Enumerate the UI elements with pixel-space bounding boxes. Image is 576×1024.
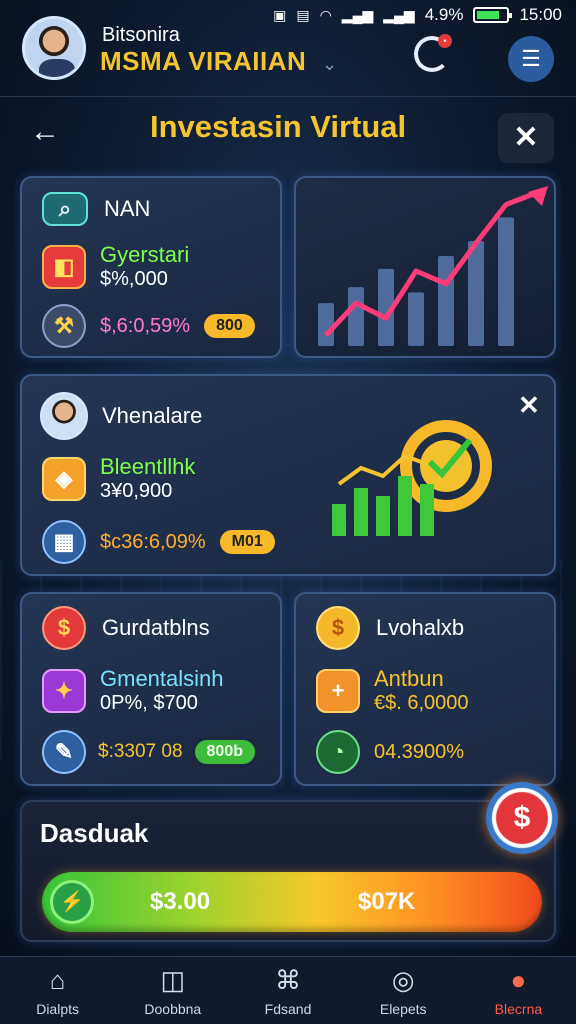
card-badge[interactable]: 800b bbox=[194, 740, 255, 764]
card-badge[interactable]: 800 bbox=[204, 314, 255, 338]
card-percent: $,6:0,59% bbox=[100, 314, 191, 337]
close-icon: ✕ bbox=[513, 121, 539, 154]
chart-bar bbox=[348, 287, 364, 346]
close-icon[interactable]: ✕ bbox=[518, 390, 540, 421]
menu-icon: ☰ bbox=[521, 46, 541, 71]
notification-badge: • bbox=[438, 34, 452, 48]
chart-bar bbox=[420, 484, 434, 536]
growth-chart bbox=[332, 420, 492, 536]
nav-label: Blecrna bbox=[494, 1000, 543, 1017]
gear-coin-icon: $ bbox=[316, 606, 360, 650]
nav-item-chart[interactable]: ◫ Doobbna bbox=[115, 957, 230, 1024]
card-percent: $c36:6,09% bbox=[100, 530, 206, 553]
wrench-icon: ✎ bbox=[42, 730, 86, 774]
basket-icon: ▦ bbox=[42, 520, 86, 564]
bolt-icon: ⚡ bbox=[50, 880, 94, 924]
chart-bar bbox=[376, 496, 390, 536]
growth-chart-card bbox=[294, 176, 556, 358]
card-title: Vhenalare bbox=[102, 403, 203, 428]
ticket-icon: ◈ bbox=[42, 456, 86, 501]
dashboard-title: Dasduak bbox=[40, 818, 149, 848]
header-subtitle: Bitsonira bbox=[102, 24, 180, 46]
nav-item-building[interactable]: ⌘ Fdsand bbox=[230, 957, 345, 1024]
chart-bar bbox=[498, 217, 514, 346]
nav-item-profile[interactable]: ● Blecrna bbox=[461, 957, 576, 1024]
arrow-left-icon: ← bbox=[30, 115, 60, 148]
app-header: Bitsonira MSMA VIRAIIAN ⌄ • ☰ bbox=[0, 10, 576, 98]
chevron-down-icon[interactable]: ⌄ bbox=[322, 54, 337, 75]
card-title: Lvohalxb bbox=[376, 615, 465, 640]
avatar bbox=[40, 392, 88, 440]
progress-left-value: $3.00 bbox=[150, 888, 211, 915]
title-bar: ← Investasin Virtual ✕ bbox=[0, 96, 576, 166]
back-button[interactable]: ← bbox=[30, 115, 60, 149]
card-item-value: 0P%, $700 bbox=[100, 692, 198, 714]
investment-card-gurdatbins[interactable]: $ Gurdatblns ✦ Gmentalsinh 0P%, $700 ✎ $… bbox=[20, 592, 282, 786]
chart-icon: ◫ bbox=[160, 964, 186, 995]
progress-bar[interactable]: ⚡ $3.00 $07K bbox=[42, 872, 542, 932]
tools-icon: ⚒ bbox=[42, 304, 86, 348]
chart-bar bbox=[354, 488, 368, 536]
chart-bar bbox=[398, 476, 412, 536]
card-badge[interactable]: M01 bbox=[219, 530, 275, 554]
nav-label: Doobbna bbox=[144, 1000, 202, 1017]
profile-icon: ● bbox=[510, 964, 527, 995]
bottom-navigation: ⌂ Dialpts ◫ Doobbna ⌘ Fdsand ◎ Elepets ●… bbox=[0, 956, 576, 1024]
chart-bar bbox=[318, 303, 334, 346]
menu-button[interactable]: ☰ bbox=[508, 36, 554, 82]
nav-label: Dialpts bbox=[36, 1000, 79, 1017]
investment-card-vhenalare[interactable]: Vhenalare ✕ ◈ Bleentllhk 3¥0,900 ▦ $c36:… bbox=[20, 374, 556, 576]
card-percent: $:3307 08 bbox=[98, 741, 183, 762]
card-item-label: Bleentllhk bbox=[100, 454, 196, 479]
search-icon: ⌕ bbox=[42, 192, 88, 226]
nav-label: Elepets bbox=[379, 1000, 427, 1017]
card-item-value: $%,000 bbox=[100, 268, 168, 290]
close-button[interactable]: ✕ bbox=[498, 113, 554, 163]
plus-box-icon: + bbox=[316, 668, 360, 713]
card-percent: 04.3900% bbox=[374, 740, 465, 763]
nav-item-home[interactable]: ⌂ Dialpts bbox=[0, 957, 115, 1024]
building-icon: ⌘ bbox=[275, 964, 301, 995]
chart-bar bbox=[468, 241, 484, 346]
dollar-coin-icon: $ bbox=[42, 606, 86, 650]
progress-right-value: $07K bbox=[358, 888, 416, 915]
avatar[interactable] bbox=[22, 16, 86, 80]
card-title: Gurdatblns bbox=[102, 615, 210, 640]
card-item-label: Gmentalsinh bbox=[100, 666, 224, 691]
chart-bar bbox=[408, 292, 424, 346]
card-title: NAN bbox=[104, 196, 151, 221]
growth-chart bbox=[318, 186, 548, 346]
chart-bar bbox=[332, 504, 346, 536]
dollar-fab-button[interactable]: $ bbox=[486, 782, 558, 854]
gauge-icon: ◔ bbox=[316, 730, 360, 774]
dollar-icon: $ bbox=[513, 801, 531, 834]
home-icon: ⌂ bbox=[49, 964, 66, 995]
chart-bar bbox=[438, 256, 454, 346]
rocket-icon: ✦ bbox=[42, 668, 86, 713]
header-title: MSMA VIRAIIAN bbox=[100, 46, 307, 76]
dashboard-card: Dasduak ⚡ $3.00 $07K bbox=[20, 800, 556, 942]
page-title: Investasin Virtual bbox=[150, 109, 407, 144]
card-item-label: Antbun bbox=[374, 666, 444, 691]
investment-card-nan[interactable]: ⌕ NAN ◧ Gyerstari $%,000 ⚒ $,6:0,59% 800 bbox=[20, 176, 282, 358]
target-icon: ◎ bbox=[391, 964, 415, 995]
card-item-value: 3¥0,900 bbox=[100, 480, 173, 502]
card-item-label: Gyerstari bbox=[100, 242, 190, 267]
wallet-icon: ◧ bbox=[42, 244, 86, 289]
nav-item-target[interactable]: ◎ Elepets bbox=[346, 957, 461, 1024]
card-item-value: €$. 6,0000 bbox=[374, 692, 469, 714]
investment-card-lvohalxb[interactable]: $ Lvohalxb + Antbun €$. 6,0000 ◔ 04.3900… bbox=[294, 592, 556, 786]
nav-label: Fdsand bbox=[264, 1000, 312, 1017]
